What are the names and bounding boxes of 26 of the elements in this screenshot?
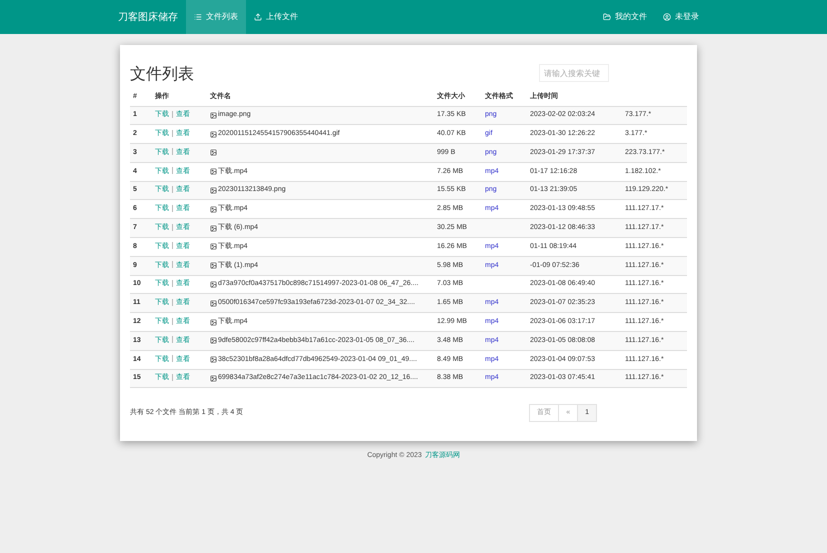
file-image-icon [210,300,217,307]
file-image-icon [210,149,217,156]
file-image-icon [210,224,217,232]
file-image-icon [210,112,217,119]
file-image-icon [210,206,217,213]
nav-link[interactable]: 上传文件 [246,0,306,34]
file-image-icon [210,168,217,176]
nav-link[interactable]: 文件列表 [186,0,246,34]
search-field[interactable]: 请输入搜索关键 [539,64,609,82]
file-image-icon [210,262,217,270]
file-image-icon [210,243,217,250]
nav-link[interactable]: 我的文件 [595,0,655,34]
file-image-icon [210,356,217,364]
upload-icon [254,13,262,21]
file-image-icon [210,130,217,138]
file-image-icon [210,337,217,344]
file-image-icon [210,375,217,382]
file-image-icon [210,318,217,326]
brand-name[interactable]: 刀客图床储存 [110,10,186,24]
file-image-icon [210,281,217,288]
file-image-icon [210,187,217,194]
folder-icon [603,13,611,21]
nav-link[interactable]: 未登录 [655,0,707,34]
page-title: 文件列表 [130,64,194,85]
user-icon [663,13,671,21]
list-icon [194,13,202,21]
